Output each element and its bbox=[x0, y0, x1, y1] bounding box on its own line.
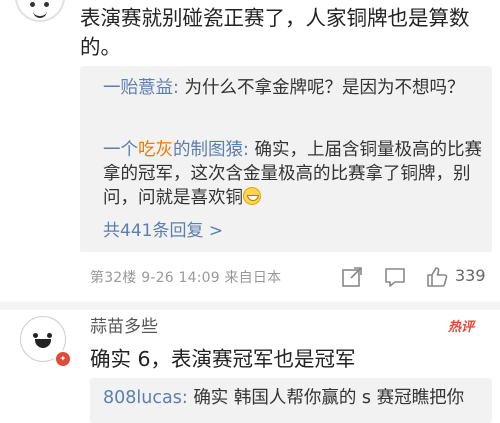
avatar-mouth bbox=[35, 339, 51, 348]
reply-item[interactable]: 一贻薏益: 为什么不拿金牌呢？是因为不想吗？ bbox=[103, 76, 488, 100]
share-icon[interactable] bbox=[340, 265, 364, 289]
avatar-eye bbox=[44, 2, 49, 7]
reply-text: 为什么不拿金牌呢？是因为不想吗？ bbox=[184, 78, 465, 98]
more-replies-link[interactable]: 共441条回复 > bbox=[103, 216, 223, 241]
avatar-eye bbox=[47, 333, 52, 338]
username[interactable]: 蒜苗多些 bbox=[90, 312, 158, 337]
reply-colon: : bbox=[181, 388, 188, 408]
reply-colon: : bbox=[243, 140, 249, 160]
avatar-eye bbox=[33, 333, 38, 338]
reply-item[interactable]: 808lucas: 确实 韩国人帮你赢的 s 赛冠瞧把你 bbox=[103, 384, 488, 409]
avatar[interactable] bbox=[15, 0, 65, 22]
avatar-eye bbox=[30, 2, 35, 7]
reply-username[interactable]: 808lucas bbox=[103, 388, 182, 408]
reply-text: 确实 韩国人帮你赢的 s 赛冠瞧把你 bbox=[193, 388, 465, 408]
reply-username-suffix[interactable]: 的制图猿 bbox=[173, 140, 243, 160]
divider bbox=[0, 302, 500, 310]
reply-username-highlight[interactable]: 吃灰 bbox=[138, 140, 173, 160]
like-count: 339 bbox=[455, 266, 486, 285]
avatar-mouth bbox=[33, 8, 47, 18]
hot-comment-badge: 热评 bbox=[448, 320, 475, 335]
comment-meta: 第32楼 9-26 14:09 来自日本 bbox=[90, 270, 282, 286]
comment-body: 确实 6，表演赛冠军也是冠军 bbox=[90, 347, 356, 371]
thumbs-up-icon[interactable] bbox=[425, 265, 449, 289]
comment-icon[interactable] bbox=[383, 265, 407, 289]
verified-badge-icon: ✦ bbox=[54, 350, 72, 368]
reply-username[interactable]: 一贻薏益 bbox=[103, 78, 173, 98]
comment-body: 表演赛就别碰瓷正赛了，人家铜牌也是算数的。 bbox=[80, 6, 470, 59]
reply-username-prefix[interactable]: 一个 bbox=[103, 140, 138, 160]
grin-emoji-icon bbox=[243, 187, 261, 205]
reply-item[interactable]: 一个吃灰的制图猿: 确实，上届含铜量极高的比赛拿的冠军，这次含金量极高的比赛拿了… bbox=[103, 138, 488, 210]
reply-colon: : bbox=[173, 78, 179, 98]
